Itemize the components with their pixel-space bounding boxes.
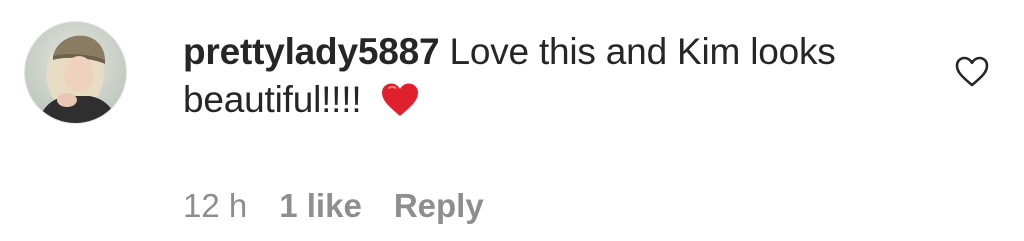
avatar[interactable] [25,22,126,123]
comment-timestamp: 12 h [183,187,248,224]
heart-outline-icon [955,56,989,87]
comment-username[interactable]: prettylady5887 [183,31,440,72]
avatar-photo [25,22,126,123]
comment-text: prettylady5887 Love this and Kim looks b… [183,28,943,130]
reply-button[interactable]: Reply [394,187,484,224]
comment-likes-count[interactable]: 1 like [279,187,362,224]
comment-meta: 12 h 1 like Reply [183,184,484,228]
comment-item: prettylady5887 Love this and Kim looks b… [0,0,1024,241]
red-heart-emoji-icon [380,82,420,130]
like-comment-button[interactable] [952,52,992,92]
